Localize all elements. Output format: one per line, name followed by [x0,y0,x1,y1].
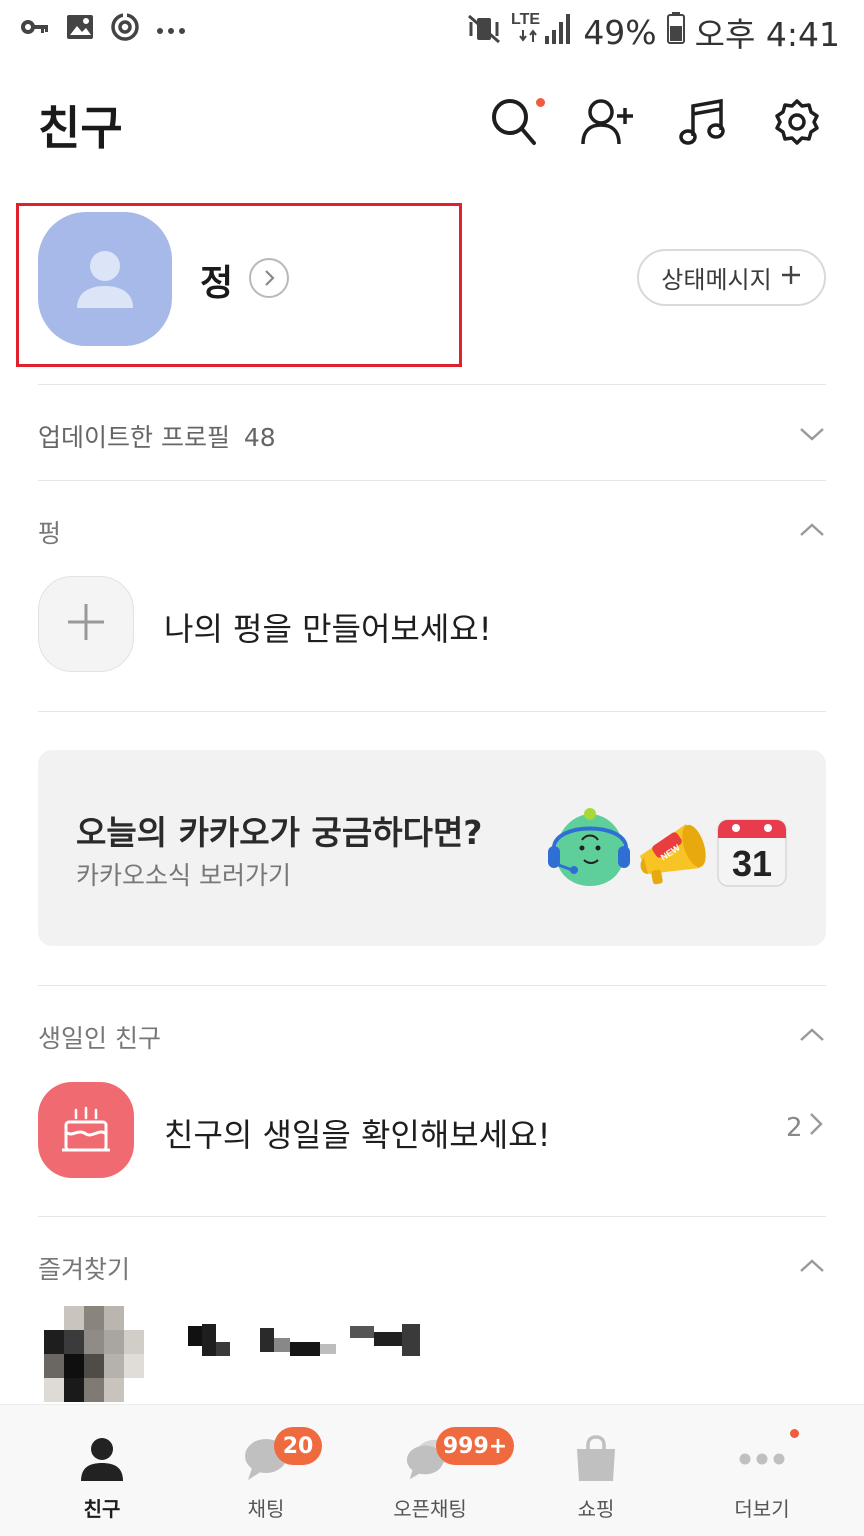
bottom-navigation: 친구 20 채팅 999+ 오픈채팅 쇼핑 더보기 [0,1404,864,1536]
divider [38,711,826,712]
calendar-icon: 31 [716,814,788,892]
birthday-count: 2 [786,1112,803,1143]
settings-button[interactable] [769,96,825,152]
chevron-down-icon[interactable] [796,418,828,450]
search-icon [490,97,538,151]
music-button[interactable] [674,96,730,152]
updated-profiles-row[interactable]: 업데이트한 프로필 48 [38,418,276,454]
status-bar: LTE 49% 오후 4:41 [0,0,864,62]
birthday-count-link[interactable]: 2 [786,1112,823,1143]
nav-open-chat[interactable]: 999+ 오픈채팅 [350,1405,514,1536]
lte-signal-icon: LTE [511,8,573,56]
battery-icon [666,12,685,52]
vibrate-mute-icon [467,13,501,52]
image-icon [66,14,94,44]
favorite-avatar-pixelated[interactable] [44,1306,144,1402]
chevron-up-icon[interactable] [796,514,828,546]
chevron-up-icon[interactable] [796,1019,828,1051]
key-icon [20,17,50,41]
calendar-day: 31 [732,843,772,884]
clock: 오후 4:41 [694,15,840,54]
nav-friends-label: 친구 [83,1497,121,1521]
plus-icon [66,602,106,646]
sync-icon [110,12,140,46]
nav-open-chat-label: 오픈채팅 [393,1497,467,1521]
divider [38,384,826,385]
status-message-button[interactable]: 상태메시지 [637,249,826,306]
svg-text:LTE: LTE [511,11,540,28]
profile-name[interactable]: 정 [200,254,233,306]
add-friend-button[interactable] [580,96,636,152]
status-message-label: 상태메시지 [661,266,772,294]
kakao-news-banner[interactable]: 오늘의 카카오가 궁금하다면? 카카오소식 보러가기 NEW 31 [38,750,826,946]
birthday-text[interactable]: 친구의 생일을 확인해보세요! [164,1110,550,1156]
divider [38,1216,826,1217]
banner-subtitle: 카카오소식 보러가기 [76,861,291,890]
birthday-cake-icon[interactable] [38,1082,134,1178]
updated-profiles-label: 업데이트한 프로필 [38,423,230,452]
nav-chats[interactable]: 20 채팅 [186,1405,346,1536]
nav-shopping[interactable]: 쇼핑 [516,1405,676,1536]
plus-icon [780,264,802,292]
page-title: 친구 [38,101,123,155]
more-dots-icon [156,20,186,39]
open-chat-badge: 999+ [436,1427,514,1465]
create-pung-button[interactable] [38,576,134,672]
chats-badge: 20 [274,1427,322,1465]
chevron-up-icon[interactable] [796,1250,828,1282]
pung-section-label: 펑 [38,519,62,548]
search-button[interactable] [486,96,545,152]
nav-more-label: 더보기 [734,1497,790,1521]
banner-title: 오늘의 카카오가 궁금하다면? [76,813,483,852]
default-person-icon [77,251,133,308]
updated-profiles-count: 48 [243,423,276,452]
profile-avatar[interactable] [38,212,172,346]
notification-dot [790,1429,799,1438]
favorites-section-label: 즐겨찾기 [38,1255,131,1284]
settings-icon [773,98,821,150]
create-pung-text[interactable]: 나의 펑을 만들어보세요! [164,604,492,650]
megaphone-icon: NEW [634,816,714,892]
chevron-right-icon [809,1112,823,1143]
profile-chevron-icon[interactable] [249,258,289,298]
favorite-name-pixelated[interactable] [188,1324,420,1356]
battery-percent: 49% [583,12,657,52]
music-icon [679,98,725,150]
add-friend-icon [581,98,635,150]
character-headset-icon [546,808,632,894]
divider [38,480,826,481]
divider [38,985,826,986]
nav-shopping-label: 쇼핑 [577,1497,615,1521]
notification-dot [536,98,545,107]
nav-more[interactable]: 더보기 [682,1405,842,1536]
more-dots-icon [736,1433,788,1485]
shopping-bag-icon [570,1433,622,1485]
nav-friends[interactable]: 친구 [22,1405,182,1536]
birthday-section-label: 생일인 친구 [38,1024,161,1053]
nav-chats-label: 채팅 [247,1497,285,1521]
person-icon [76,1433,128,1485]
